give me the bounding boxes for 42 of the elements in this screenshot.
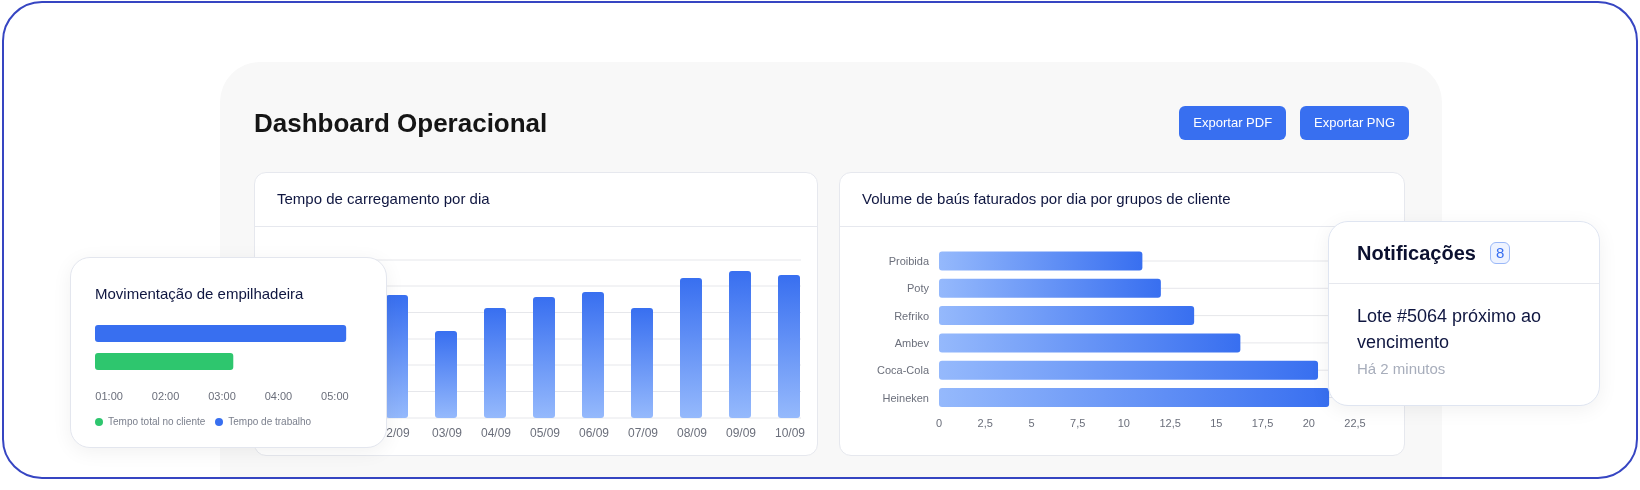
card-title: Volume de baús faturados por dia por grupos de cliente [862, 189, 1231, 210]
notifications-title: Notificações [1357, 240, 1476, 266]
card-title: Movimentação de empilhadeira [95, 284, 305, 304]
axis-tick-label: 17,5 [1251, 417, 1274, 429]
export-button[interactable]: Exportar PDF [1179, 106, 1287, 140]
legend-label: Tempo total no cliente [108, 415, 206, 428]
dashboard-title: Dashboard Operacional [254, 106, 548, 140]
axis-tick-label: 03:00 [208, 390, 236, 402]
axis-label: 2/09 [386, 426, 410, 440]
axis-label: 03/09 [432, 426, 462, 440]
axis-label: 09/09 [726, 426, 756, 440]
axis-tick-label: 12,5 [1159, 417, 1181, 429]
axis-tick-label: 7,5 [1070, 417, 1086, 429]
axis-tick-label: 20 [1302, 417, 1315, 429]
axis-tick-label: 0 [935, 417, 943, 429]
category-label: Refriko [894, 309, 929, 322]
notification-message[interactable]: Lote #5064 próximo ao vencimento [1357, 303, 1577, 355]
category-label: Coca-Cola [877, 364, 929, 377]
axis-label: 07/09 [628, 426, 658, 440]
category-label: Proibida [888, 255, 929, 267]
legend-label: Tempo de trabalho [228, 415, 312, 428]
notification-time: Há 2 minutos [1357, 359, 1447, 379]
axis-tick-label: 04:00 [264, 390, 293, 402]
category-label: Ambev [894, 336, 929, 349]
category-label: Heineken [882, 391, 929, 404]
axis-label: 06/09 [579, 426, 609, 440]
axis-label: 08/09 [677, 426, 707, 440]
export-button[interactable]: Exportar PNG [1300, 106, 1409, 140]
axis-tick-label: 5 [1028, 417, 1035, 429]
card-title: Tempo de carregamento por dia [277, 189, 490, 210]
count-badge: 8 [1489, 241, 1511, 264]
category-label: Poty [907, 282, 929, 295]
axis-label: 04/09 [481, 426, 511, 440]
axis-tick-label: 22,5 [1344, 417, 1366, 429]
axis-tick-label: 15 [1210, 417, 1223, 429]
axis-tick-label: 10 [1117, 417, 1130, 429]
axis-label: 10/09 [775, 426, 805, 440]
axis-label: 05/09 [530, 426, 560, 440]
axis-tick-label: 05:00 [321, 390, 349, 402]
axis-tick-label: 02:00 [151, 390, 180, 402]
axis-tick-label: 2,5 [977, 417, 993, 429]
axis-tick-label: 01:00 [95, 390, 123, 402]
